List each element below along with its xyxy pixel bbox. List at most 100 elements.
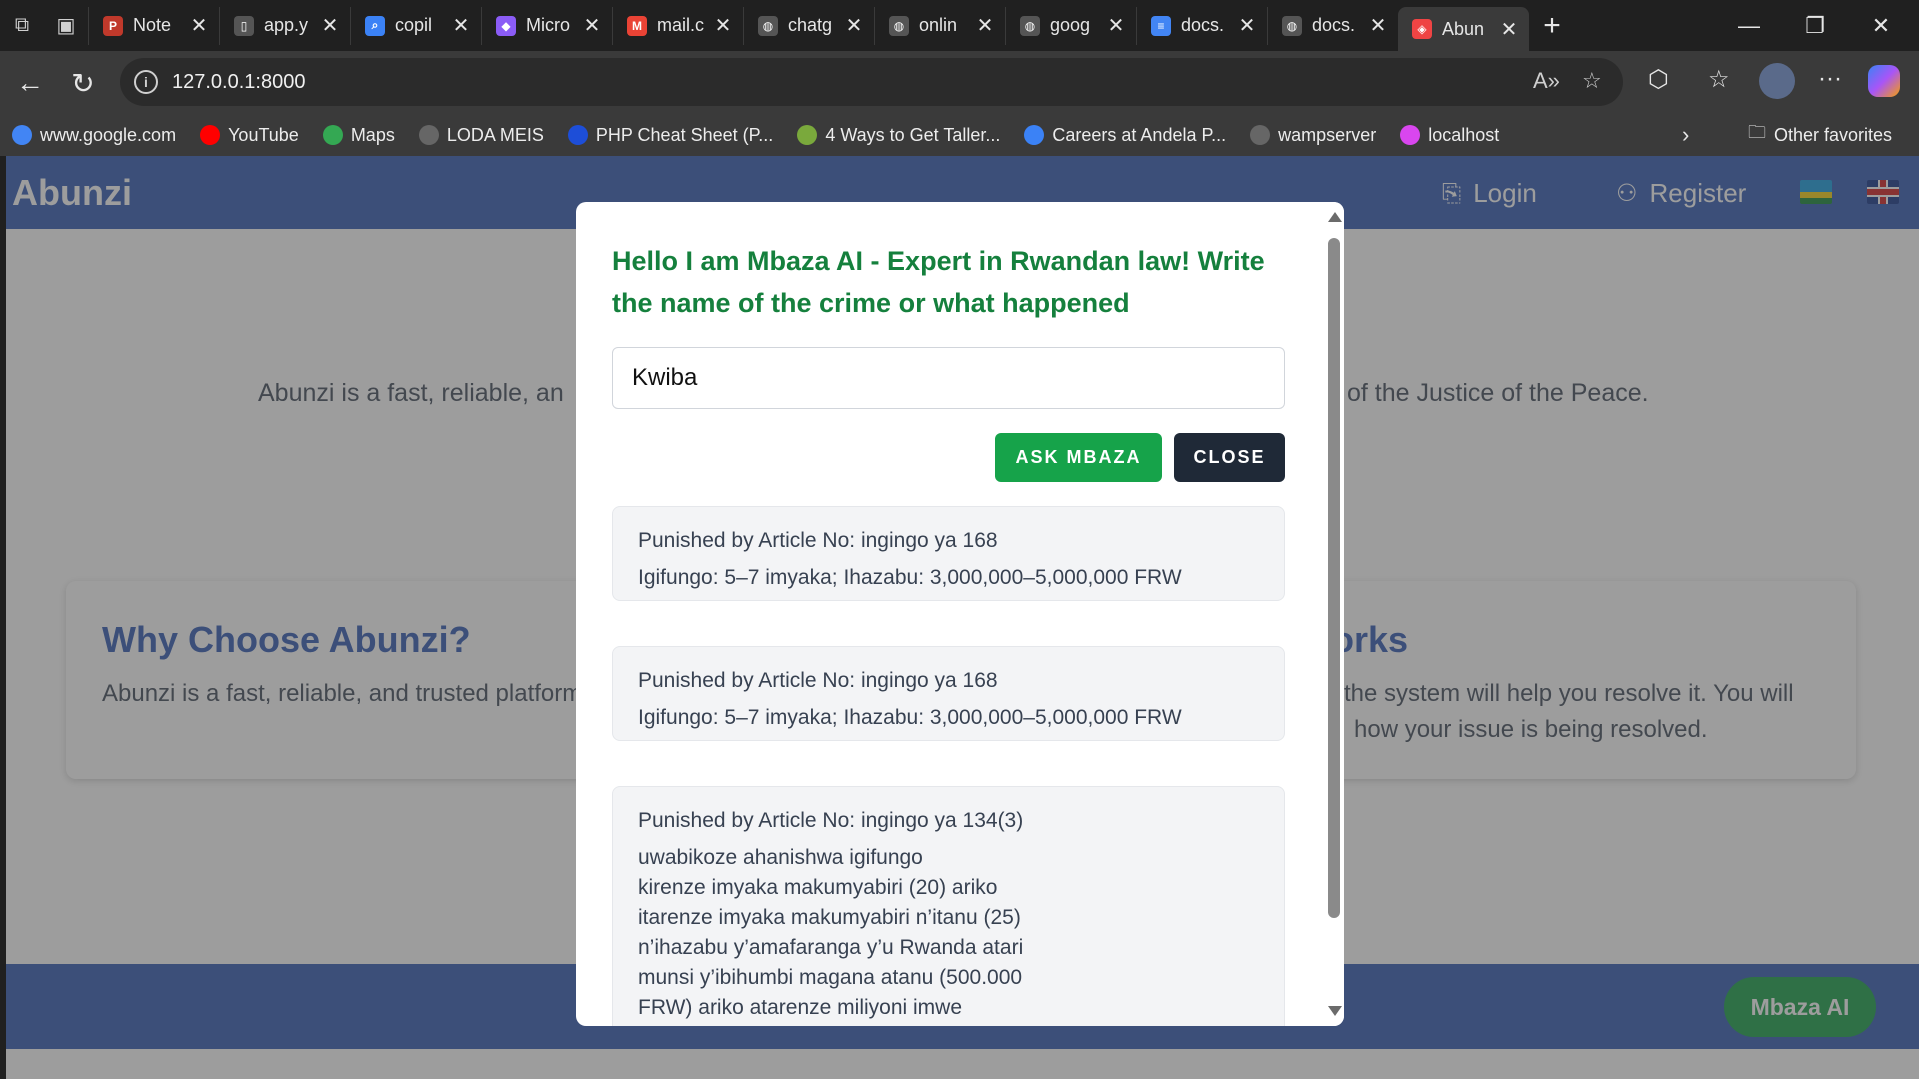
site-info-icon[interactable]: i bbox=[134, 70, 158, 94]
back-button[interactable]: ← bbox=[10, 63, 50, 103]
new-tab-button[interactable]: + bbox=[1529, 9, 1575, 43]
globe-icon: ◍ bbox=[889, 15, 909, 36]
gmail-icon: M bbox=[627, 15, 647, 36]
browser-tab[interactable]: P Note ✕ bbox=[88, 6, 219, 45]
bookmarks-overflow-icon[interactable]: › bbox=[1682, 122, 1689, 148]
browser-tab[interactable]: ◍ goog ✕ bbox=[1005, 6, 1136, 45]
copilot-icon[interactable] bbox=[1868, 65, 1900, 97]
bookmark-label: localhost bbox=[1428, 124, 1500, 145]
tab-title: app.y bbox=[264, 15, 309, 35]
extensions-icon[interactable]: ⬡ bbox=[1648, 65, 1669, 94]
close-tab-icon[interactable]: ✕ bbox=[320, 13, 340, 38]
globe-icon: ◍ bbox=[1282, 15, 1302, 36]
bookmarks-bar: www.google.com YouTube Maps LODA MEIS PHP Ch… bbox=[0, 114, 1919, 156]
tab-title: goog bbox=[1050, 15, 1091, 35]
mbaza-ai-modal: Hello I am Mbaza AI - Expert in Rwandan … bbox=[576, 202, 1344, 1026]
result-heading: Punished by Article No: ingingo ya 168 bbox=[638, 669, 998, 692]
bookmark-label: YouTube bbox=[228, 124, 299, 145]
more-menu-icon[interactable]: ··· bbox=[1818, 65, 1842, 93]
google-icon bbox=[12, 125, 32, 145]
close-tab-icon[interactable]: ✕ bbox=[189, 13, 209, 38]
close-tab-icon[interactable]: ✕ bbox=[582, 13, 602, 38]
bookmark-item[interactable]: localhost bbox=[1388, 125, 1511, 146]
scroll-up-icon[interactable] bbox=[1328, 212, 1342, 222]
result-heading: Punished by Article No: ingingo ya 134(3… bbox=[638, 809, 1024, 832]
close-tab-icon[interactable]: ✕ bbox=[975, 13, 995, 38]
tab-title: copil bbox=[395, 15, 433, 35]
result-card: Punished by Article No: ingingo ya 134(3… bbox=[612, 786, 1285, 1026]
url-text[interactable]: 127.0.0.1:8000 bbox=[172, 71, 305, 94]
tab-title: mail.c bbox=[657, 15, 705, 35]
close-tab-icon[interactable]: ✕ bbox=[713, 13, 733, 38]
andela-icon bbox=[1024, 125, 1045, 145]
bookmark-item[interactable]: PHP Cheat Sheet (P... bbox=[556, 125, 785, 146]
tab-title: chatg bbox=[788, 15, 833, 35]
tab-title: Micro bbox=[526, 15, 570, 35]
scroll-down-icon[interactable] bbox=[1328, 1006, 1342, 1016]
bookmark-item[interactable]: YouTube bbox=[188, 125, 311, 146]
favorite-star-icon[interactable]: ☆ bbox=[1582, 68, 1602, 94]
laravel-icon: ◈ bbox=[1412, 19, 1432, 39]
file-icon: ▯ bbox=[234, 15, 254, 36]
reload-button[interactable]: ↻ bbox=[63, 63, 103, 103]
close-tab-icon[interactable]: ✕ bbox=[451, 13, 471, 38]
browser-tab[interactable]: ▯ app.y ✕ bbox=[219, 6, 350, 45]
result-card: Punished by Article No: ingingo ya 168 I… bbox=[612, 506, 1285, 601]
restore-button[interactable]: ❐ bbox=[1782, 0, 1848, 51]
bookmark-label: www.google.com bbox=[40, 124, 177, 145]
browser-tab[interactable]: ◍ docs. ✕ bbox=[1267, 6, 1398, 45]
browser-tab[interactable]: ◍ onlin ✕ bbox=[874, 6, 1005, 45]
browser-tab[interactable]: ◆ Micro ✕ bbox=[481, 6, 612, 45]
result-body: Igifungo: 5–7 imyaka; Ihazabu: 3,000,000… bbox=[638, 706, 1182, 729]
read-aloud-icon[interactable]: A» bbox=[1533, 68, 1560, 94]
tab-title: Abun bbox=[1442, 18, 1485, 39]
address-toolbar: ← ↻ i 127.0.0.1:8000 A» ☆ ⬡ ☆ ··· bbox=[0, 51, 1919, 114]
close-window-button[interactable]: ✕ bbox=[1848, 0, 1914, 51]
bookmark-item[interactable]: 4 Ways to Get Taller... bbox=[785, 125, 1012, 146]
favorites-icon[interactable]: ☆ bbox=[1708, 65, 1730, 94]
address-bar[interactable]: i 127.0.0.1:8000 A» ☆ bbox=[120, 58, 1623, 106]
close-tab-icon[interactable]: ✕ bbox=[1237, 13, 1257, 38]
bookmark-item[interactable]: Maps bbox=[311, 125, 407, 146]
browser-tab[interactable]: ◈ Abun ✕ bbox=[1398, 7, 1529, 51]
tab-title: docs. bbox=[1181, 15, 1225, 35]
browser-tab[interactable]: ≡ docs. ✕ bbox=[1136, 6, 1267, 45]
tab-actions-icon[interactable]: ▣ bbox=[44, 6, 88, 46]
scroll-thumb[interactable] bbox=[1328, 238, 1340, 918]
copilot-icon: ◆ bbox=[496, 15, 516, 36]
tab-strip: P Note ✕ ▯ app.y ✕ ⌕ copil ✕ ◆ Micro ✕ Mmail.c ✕ ◍ chat… bbox=[88, 0, 1529, 51]
localhost-icon bbox=[1400, 125, 1421, 145]
bookmark-label: LODA MEIS bbox=[446, 124, 544, 145]
pdf-icon: P bbox=[103, 15, 123, 36]
workspaces-icon[interactable]: ⧉ bbox=[0, 6, 44, 46]
result-heading: Punished by Article No: ingingo ya 168 bbox=[638, 529, 998, 552]
bookmark-item[interactable]: Careers at Andela P... bbox=[1012, 125, 1238, 146]
browser-tab[interactable]: ◍ chatg ✕ bbox=[743, 6, 874, 45]
maps-icon bbox=[322, 125, 343, 145]
bookmark-label: PHP Cheat Sheet (P... bbox=[595, 124, 774, 145]
close-tab-icon[interactable]: ✕ bbox=[1106, 13, 1126, 38]
modal-scrollbar[interactable] bbox=[1324, 202, 1344, 1026]
ask-mbaza-button[interactable]: ASK MBAZA bbox=[995, 433, 1162, 482]
tab-title: onlin bbox=[919, 15, 958, 35]
search-icon: ⌕ bbox=[365, 15, 385, 36]
bookmark-label: 4 Ways to Get Taller... bbox=[825, 124, 1001, 145]
other-favorites[interactable]: 🗀 Other favorites bbox=[1736, 120, 1904, 150]
close-tab-icon[interactable]: ✕ bbox=[1368, 13, 1388, 38]
minimize-button[interactable]: — bbox=[1716, 0, 1782, 51]
question-input[interactable] bbox=[612, 347, 1285, 409]
close-tab-icon[interactable]: ✕ bbox=[1499, 17, 1519, 42]
close-modal-button[interactable]: CLOSE bbox=[1174, 433, 1285, 482]
result-card: Punished by Article No: ingingo ya 168 I… bbox=[612, 646, 1285, 741]
browser-tab[interactable]: Mmail.c ✕ bbox=[612, 6, 743, 45]
php-icon bbox=[567, 125, 588, 145]
bookmark-item[interactable]: wampserver bbox=[1238, 125, 1388, 146]
browser-tab[interactable]: ⌕ copil ✕ bbox=[350, 6, 481, 45]
bookmark-item[interactable]: LODA MEIS bbox=[407, 125, 556, 146]
close-tab-icon[interactable]: ✕ bbox=[844, 13, 864, 38]
bookmark-item[interactable]: www.google.com bbox=[0, 125, 188, 146]
profile-avatar[interactable] bbox=[1759, 63, 1795, 99]
tab-title: Note bbox=[133, 15, 172, 35]
result-body: Igifungo: 5–7 imyaka; Ihazabu: 3,000,000… bbox=[638, 566, 1182, 589]
globe-icon bbox=[418, 125, 439, 145]
